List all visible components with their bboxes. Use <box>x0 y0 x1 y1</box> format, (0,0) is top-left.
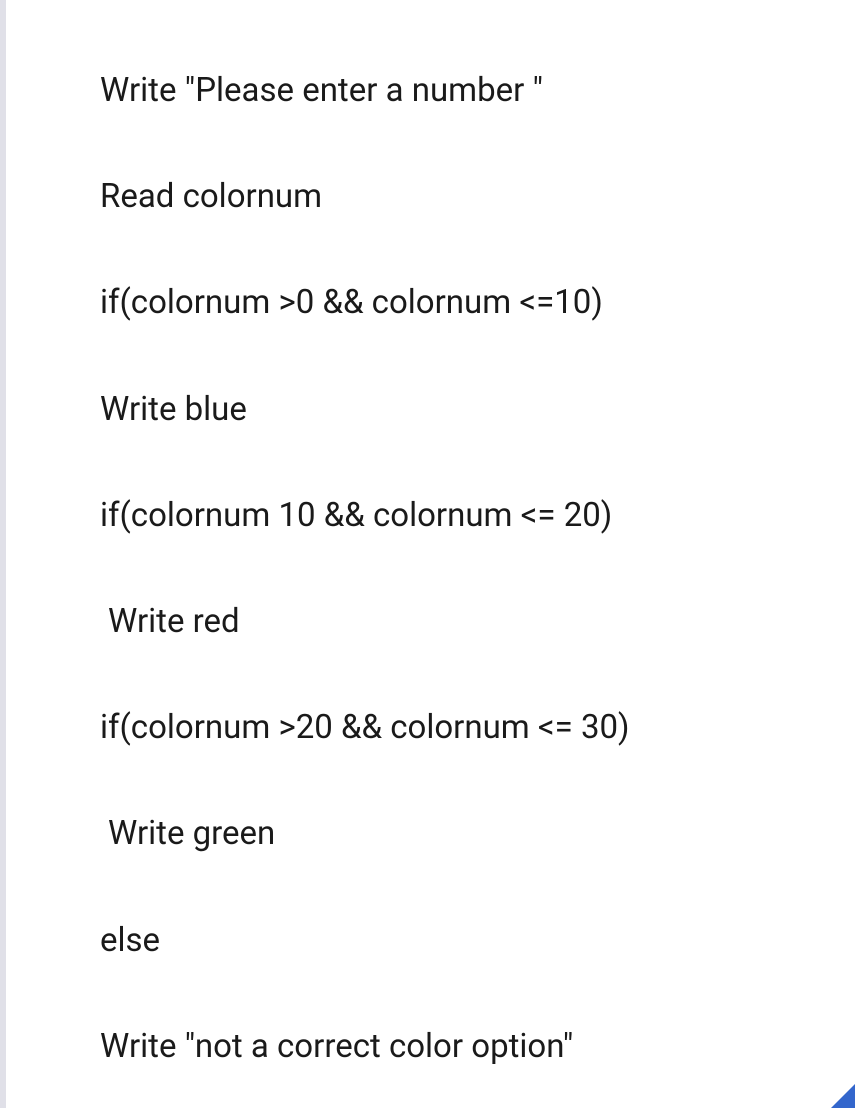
code-line-4: Write blue <box>100 387 815 433</box>
code-line-10: Write "not a correct color option" <box>100 1024 815 1070</box>
code-line-6: Write red <box>100 599 815 645</box>
corner-resize-icon <box>831 1084 855 1108</box>
code-line-8: Write green <box>100 811 815 857</box>
code-line-5: if(colornum 10 && colornum <= 20) <box>100 493 815 539</box>
code-line-2: Read colornum <box>100 174 815 220</box>
code-line-3: if(colornum >0 && colornum <=10) <box>100 280 815 326</box>
code-line-7: if(colornum >20 && colornum <= 30) <box>100 705 815 751</box>
left-border-decoration <box>0 0 6 1108</box>
code-line-9: else <box>100 918 815 964</box>
code-content: Write "Please enter a number " Read colo… <box>0 0 855 1110</box>
code-line-1: Write "Please enter a number " <box>100 68 815 114</box>
